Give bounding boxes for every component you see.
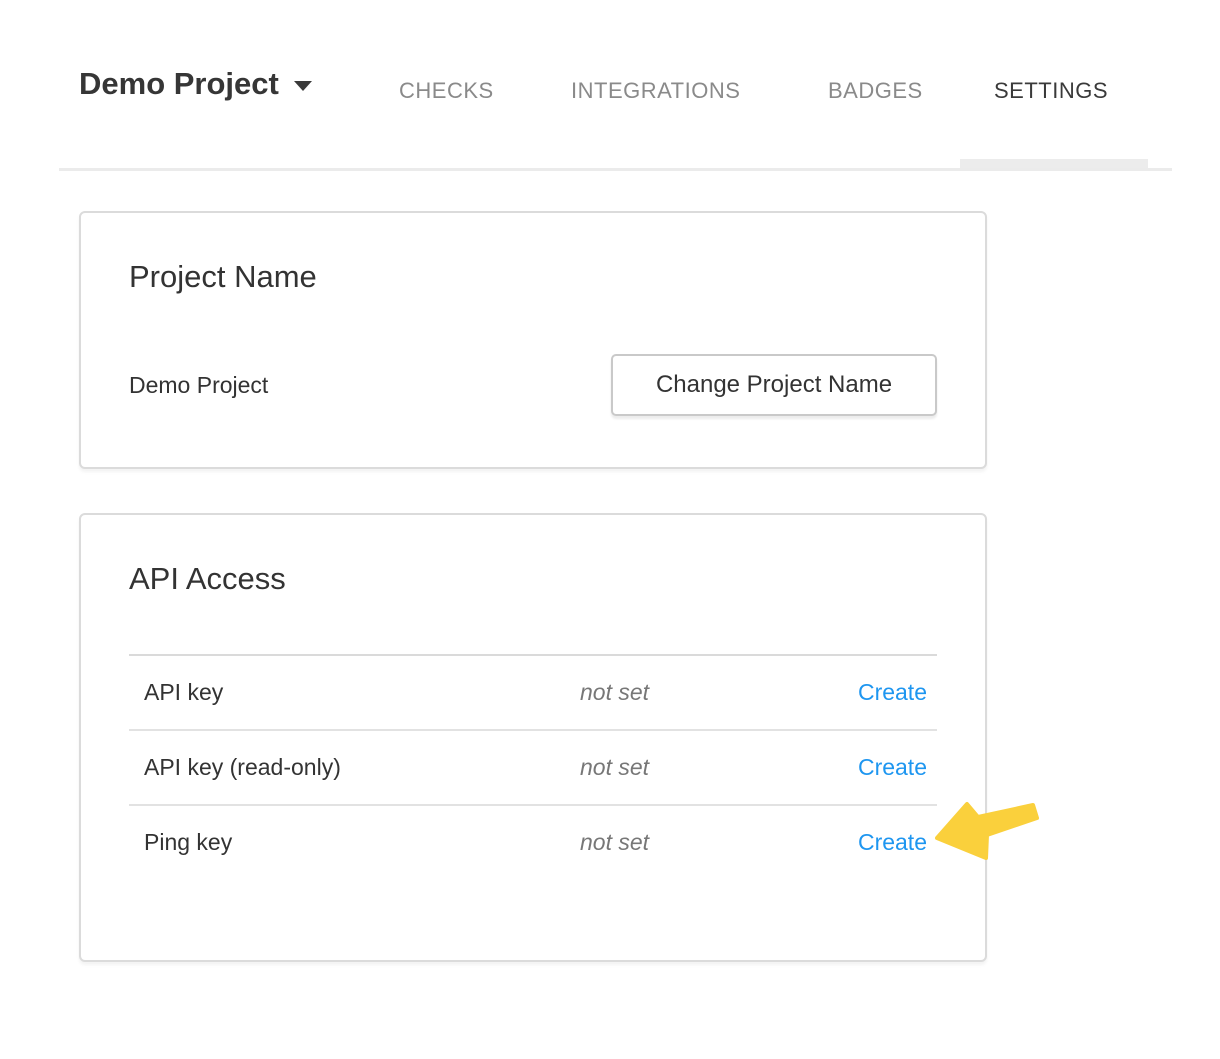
ping-key-action-cell: Create — [780, 829, 937, 856]
change-project-name-button[interactable]: Change Project Name — [611, 354, 937, 416]
tab-badges[interactable]: BADGES — [828, 78, 923, 104]
api-key-read-only-value: not set — [580, 754, 780, 781]
project-name-card-title: Project Name — [81, 213, 985, 295]
api-keys-table: API key not set Create API key (read-onl… — [129, 654, 937, 879]
settings-page: { "header": { "project_switcher": { "lab… — [0, 0, 1220, 1059]
tab-integrations[interactable]: INTEGRATIONS — [571, 78, 740, 104]
table-row-api-key-read-only: API key (read-only) not set Create — [129, 731, 937, 806]
create-api-key-link[interactable]: Create — [858, 679, 927, 705]
table-row-ping-key: Ping key not set Create — [129, 806, 937, 879]
table-row-api-key: API key not set Create — [129, 656, 937, 731]
current-project-name: Demo Project — [129, 372, 268, 399]
api-key-action-cell: Create — [780, 679, 937, 706]
api-key-read-only-action-cell: Create — [780, 754, 937, 781]
caret-down-icon — [294, 81, 312, 91]
project-title: Demo Project — [79, 66, 279, 102]
ping-key-value: not set — [580, 829, 780, 856]
project-name-row: Demo Project Change Project Name — [129, 354, 937, 416]
api-key-label: API key — [129, 679, 580, 706]
api-access-card: API Access API key not set Create API ke… — [79, 513, 987, 962]
api-key-value: not set — [580, 679, 780, 706]
api-key-read-only-label: API key (read-only) — [129, 754, 580, 781]
project-name-card: Project Name Demo Project Change Project… — [79, 211, 987, 469]
api-access-card-title: API Access — [81, 515, 985, 597]
tab-settings[interactable]: SETTINGS — [994, 78, 1108, 104]
tab-checks[interactable]: CHECKS — [399, 78, 494, 104]
ping-key-label: Ping key — [129, 829, 580, 856]
create-read-only-api-key-link[interactable]: Create — [858, 754, 927, 780]
header-divider — [59, 168, 1172, 171]
create-ping-key-link[interactable]: Create — [858, 829, 927, 855]
project-switcher-dropdown[interactable]: Demo Project — [79, 66, 312, 102]
